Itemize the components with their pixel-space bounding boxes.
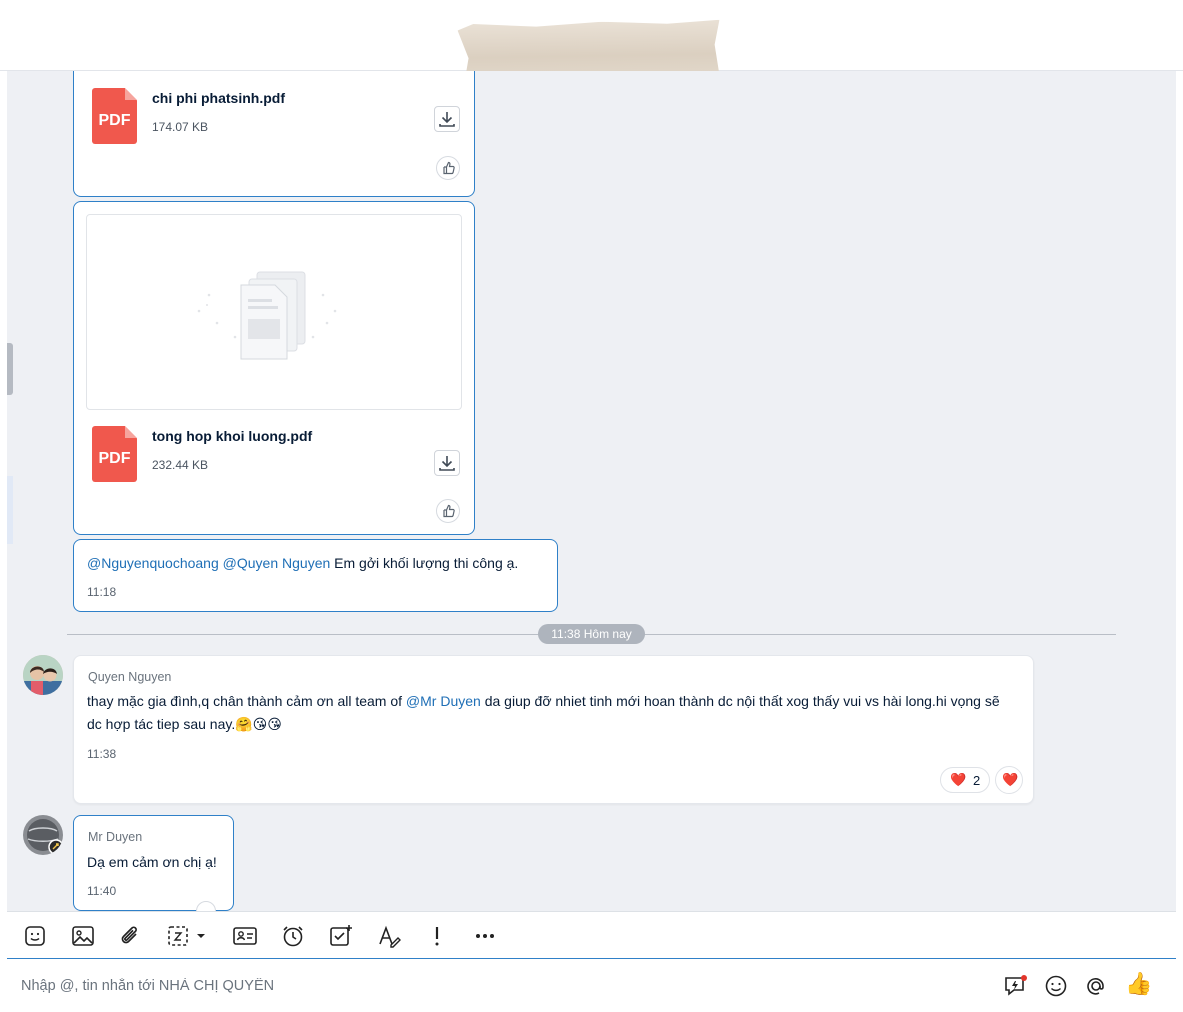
file-message-2[interactable]: PDF tong hop khoi luong.pdf 232.44 KB xyxy=(73,201,475,535)
more-button[interactable] xyxy=(471,922,499,950)
file-preview[interactable] xyxy=(86,214,462,410)
message-time: 11:38 xyxy=(87,747,117,761)
file-name[interactable]: tong hop khoi luong.pdf xyxy=(152,428,312,444)
task-button[interactable] xyxy=(327,922,355,950)
thumbs-up-icon xyxy=(443,161,455,175)
pdf-fold xyxy=(125,426,137,438)
contact-card-icon xyxy=(233,927,257,945)
file-size: 232.44 KB xyxy=(152,458,209,472)
emoji-text: 🤗😘😘 xyxy=(235,716,282,732)
sender-name[interactable]: Quyen Nguyen xyxy=(88,670,171,684)
message-text: Dạ em cảm ơn chị ạ! xyxy=(87,854,217,870)
mention-button[interactable] xyxy=(1083,973,1109,999)
at-sign-icon xyxy=(1087,978,1104,995)
thumbs-up-icon: 👍 xyxy=(1125,971,1153,996)
message-text: thay mặc gia đình,q chân thành cảm ơn al… xyxy=(87,690,1017,736)
chat-area[interactable]: PDF chi phi phatsinh.pdf 174.07 KB PDF t… xyxy=(7,71,1176,911)
emoji-button[interactable] xyxy=(1043,973,1069,999)
file-attachment[interactable]: PDF tong hop khoi luong.pdf 232.44 KB xyxy=(92,426,462,486)
reaction-count: 2 xyxy=(973,773,981,788)
file-name[interactable]: chi phi phatsinh.pdf xyxy=(152,90,285,106)
more-icon xyxy=(476,934,494,938)
text-format-icon xyxy=(379,925,401,948)
task-icon xyxy=(330,925,352,946)
send-like-button[interactable]: 👍 xyxy=(1125,971,1153,999)
mention-link[interactable]: @Mr Duyen xyxy=(406,693,481,709)
file-attachment[interactable]: PDF chi phi phatsinh.pdf 174.07 KB xyxy=(92,88,462,148)
message-body: thay mặc gia đình,q chân thành cảm ơn al… xyxy=(87,693,406,709)
text-message-mention[interactable]: @Nguyenquochoang @Quyen Nguyen Em gởi kh… xyxy=(73,539,558,612)
like-button[interactable] xyxy=(436,156,460,180)
sender-name[interactable]: Mr Duyen xyxy=(88,830,142,844)
document-placeholder-icon xyxy=(197,271,337,360)
composer-toolbar xyxy=(7,911,1176,959)
download-button[interactable] xyxy=(434,106,460,132)
message-time: 11:18 xyxy=(87,585,117,599)
message-body: Em gởi khối lượng thi công ạ. xyxy=(330,555,519,571)
contact-card-button[interactable] xyxy=(231,922,259,950)
urgent-button[interactable] xyxy=(423,922,451,950)
heart-emoji: ❤️ xyxy=(950,772,967,787)
message-text: @Nguyenquochoang @Quyen Nguyen Em gởi kh… xyxy=(87,552,518,575)
text-message-duyen[interactable]: Mr Duyen Dạ em cảm ơn chị ạ! 11:40 xyxy=(73,815,234,911)
reaction-summary[interactable]: ❤️ 2 xyxy=(940,767,990,793)
screenshot-button[interactable] xyxy=(165,922,213,950)
sticker-button[interactable] xyxy=(21,922,49,950)
date-divider: 11:38 Hôm nay xyxy=(538,624,645,644)
text-message-quyen[interactable]: Quyen Nguyen thay mặc gia đình,q chân th… xyxy=(73,655,1034,804)
pdf-fold xyxy=(125,88,137,100)
quick-message-button[interactable] xyxy=(1003,973,1029,999)
emoji-icon xyxy=(1045,975,1067,997)
message-composer: 👍 xyxy=(7,958,1176,1012)
download-icon xyxy=(439,112,455,127)
mention-link[interactable]: @Quyen Nguyen xyxy=(223,555,331,571)
file-message-1[interactable]: PDF chi phi phatsinh.pdf 174.07 KB xyxy=(73,71,475,197)
avatar-duyen[interactable] xyxy=(23,815,63,855)
image-button[interactable] xyxy=(69,922,97,950)
react-button[interactable]: ❤️ xyxy=(995,766,1023,794)
right-edge xyxy=(1176,71,1183,911)
text-format-button[interactable] xyxy=(375,922,403,950)
urgent-icon xyxy=(435,927,439,946)
avatar-quyen[interactable] xyxy=(23,655,63,695)
message-time: 11:40 xyxy=(87,884,117,898)
download-icon xyxy=(439,456,455,471)
attach-icon xyxy=(121,926,137,944)
like-button[interactable] xyxy=(436,499,460,523)
thumbs-up-icon xyxy=(443,504,455,518)
sidebar-edge xyxy=(7,476,13,544)
mention-link[interactable]: @Nguyenquochoang xyxy=(87,555,219,571)
quick-message-icon xyxy=(1005,975,1027,996)
reminder-button[interactable] xyxy=(279,922,307,950)
like-button[interactable] xyxy=(196,901,216,911)
file-size: 174.07 KB xyxy=(152,120,209,134)
screenshot-icon xyxy=(168,926,205,946)
message-input[interactable] xyxy=(21,971,921,1001)
download-button[interactable] xyxy=(434,450,460,476)
sticker-icon xyxy=(25,926,45,946)
heart-emoji: ❤️ xyxy=(1002,772,1019,787)
attach-button[interactable] xyxy=(117,922,145,950)
reminder-icon xyxy=(283,926,303,947)
scroll-handle[interactable] xyxy=(7,343,13,395)
image-icon xyxy=(72,926,94,946)
